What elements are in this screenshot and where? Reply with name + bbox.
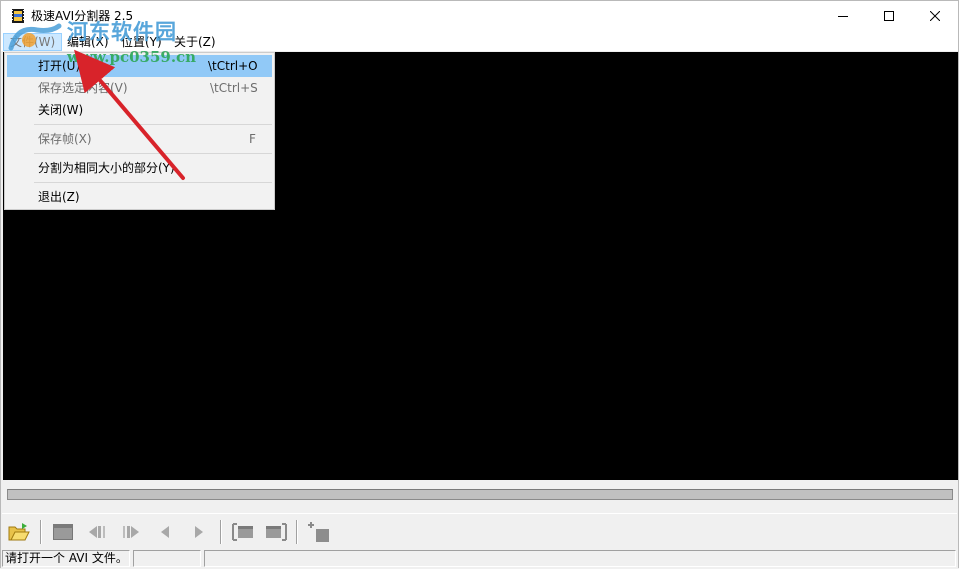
next-keyframe-button[interactable] (119, 520, 143, 544)
open-folder-icon (8, 523, 30, 541)
add-segment-icon (308, 522, 329, 542)
seek-bar[interactable] (7, 489, 953, 500)
status-pane-3 (204, 550, 956, 567)
maximize-icon (884, 11, 894, 21)
status-message: 请打开一个 AVI 文件。 (2, 550, 130, 567)
mark-start-icon (232, 523, 253, 541)
maximize-button[interactable] (866, 1, 912, 31)
next-frame-icon (195, 526, 203, 538)
menu-item-exit[interactable]: 退出(Z) (7, 186, 272, 208)
prev-frame-button[interactable] (153, 520, 177, 544)
watermark-title: 河东软件园 (67, 20, 177, 44)
shortcut-save-frame: F (249, 132, 256, 146)
file-dropdown-menu: 打开(U) \tCtrl+O 保存选定内容(V) \tCtrl+S 关闭(W) … (4, 52, 275, 210)
add-segment-button[interactable] (307, 520, 331, 544)
app-window: 极速AVI分割器 2.5 文件(W) 编辑(X) 位置(Y) 关于(Z) (0, 0, 959, 568)
toolbar (2, 513, 957, 548)
menu-item-save-selection[interactable]: 保存选定内容(V) \tCtrl+S (7, 77, 272, 99)
toolbar-separator (40, 520, 42, 544)
frame-icon (53, 524, 73, 540)
menu-item-save-frame[interactable]: 保存帧(X) F (7, 128, 272, 150)
watermark-logo (8, 23, 62, 51)
next-keyframe-icon (123, 526, 139, 538)
close-icon (930, 11, 940, 21)
menu-separator (34, 153, 272, 154)
menu-separator (34, 182, 272, 183)
next-frame-button[interactable] (187, 520, 211, 544)
close-button[interactable] (912, 1, 958, 31)
toolbar-separator (296, 520, 298, 544)
status-bar: 请打开一个 AVI 文件。 (1, 549, 958, 568)
mark-end-button[interactable] (264, 520, 288, 544)
toolbar-separator (220, 520, 222, 544)
shortcut-save: \tCtrl+S (210, 81, 258, 95)
menu-separator (34, 124, 272, 125)
minimize-icon (838, 16, 848, 17)
prev-keyframe-icon (89, 526, 105, 538)
menu-item-close[interactable]: 关闭(W) (7, 99, 272, 121)
minimize-button[interactable] (820, 1, 866, 31)
menu-item-split-equal[interactable]: 分割为相同大小的部分(Y) (7, 157, 272, 179)
status-pane-2 (133, 550, 201, 567)
frame-button[interactable] (51, 520, 75, 544)
mark-start-button[interactable] (231, 520, 255, 544)
mark-end-icon (266, 523, 287, 541)
prev-frame-icon (161, 526, 169, 538)
prev-keyframe-button[interactable] (85, 520, 109, 544)
shortcut-open: \tCtrl+O (208, 59, 258, 73)
open-file-button[interactable] (7, 520, 31, 544)
watermark-url: www.pc0359.cn (67, 48, 197, 66)
